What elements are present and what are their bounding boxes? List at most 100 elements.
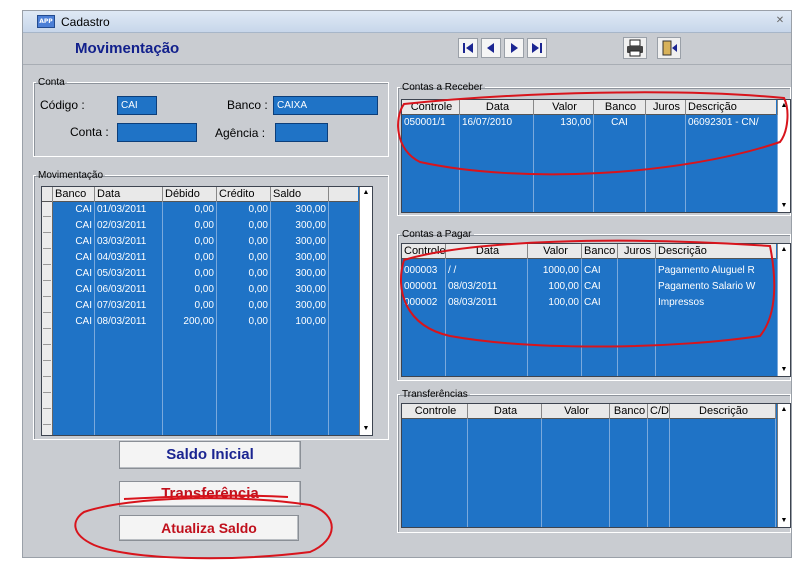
column-header[interactable]: Data bbox=[460, 100, 534, 115]
title-bar: APP Cadastro ✕ bbox=[23, 11, 791, 33]
transferencias-scrollbar[interactable]: ▲ ▼ bbox=[777, 404, 790, 527]
table-cell: / / bbox=[448, 265, 457, 276]
column-header[interactable]: Débido bbox=[163, 187, 217, 202]
column-header[interactable]: Descrição bbox=[686, 100, 778, 115]
row-indicator[interactable] bbox=[43, 378, 51, 393]
table-cell: 300,00 bbox=[295, 300, 326, 311]
table-cell: 050001/1 bbox=[404, 117, 446, 128]
form-title: Movimentação bbox=[75, 40, 180, 57]
grid-column-divider bbox=[541, 419, 542, 527]
table-cell bbox=[648, 115, 683, 131]
scroll-up-icon[interactable]: ▲ bbox=[778, 244, 790, 256]
column-header[interactable]: Banco bbox=[594, 100, 646, 115]
row-indicator[interactable] bbox=[43, 362, 51, 377]
table-cell: 100,00 bbox=[295, 316, 326, 327]
column-header[interactable]: Descrição bbox=[670, 404, 776, 419]
table-cell: Pagamento Salario W bbox=[658, 281, 756, 292]
agencia-field[interactable] bbox=[275, 123, 328, 142]
column-header[interactable]: Valor bbox=[528, 244, 582, 259]
contas-pagar-scrollbar[interactable]: ▲ ▼ bbox=[777, 244, 790, 376]
table-row[interactable]: CAI 07/03/2011 0,00 0,00 300,00 bbox=[42, 298, 358, 314]
column-header[interactable]: Controle bbox=[402, 244, 446, 259]
table-cell: 0,00 bbox=[194, 204, 214, 215]
scroll-up-icon[interactable]: ▲ bbox=[778, 404, 790, 416]
table-cell: CAI bbox=[75, 204, 92, 215]
row-indicator[interactable] bbox=[43, 330, 51, 345]
table-row[interactable]: 050001/1 16/07/2010 130,00 CAI 06092301 - CN… bbox=[402, 115, 776, 131]
banco-field[interactable]: CAIXA bbox=[273, 96, 378, 115]
grid-column-divider bbox=[775, 419, 776, 527]
next-record-icon[interactable] bbox=[504, 38, 524, 58]
table-cell bbox=[620, 279, 653, 295]
table-cell: 0,00 bbox=[248, 284, 268, 295]
column-header[interactable]: Data bbox=[446, 244, 528, 259]
scroll-up-icon[interactable]: ▲ bbox=[778, 100, 790, 112]
previous-record-icon[interactable] bbox=[481, 38, 501, 58]
table-cell: 0,00 bbox=[194, 284, 214, 295]
column-header[interactable]: Saldo bbox=[271, 187, 329, 202]
codigo-field[interactable]: CAI bbox=[117, 96, 157, 115]
scroll-down-icon[interactable]: ▼ bbox=[778, 515, 790, 527]
contas-pagar-grid[interactable]: ▲ ▼ Controle Data Valor Banco Juros Descrição… bbox=[401, 243, 791, 377]
scroll-up-icon[interactable]: ▲ bbox=[360, 187, 372, 199]
table-row[interactable]: CAI 06/03/2011 0,00 0,00 300,00 bbox=[42, 282, 358, 298]
codigo-label: Código : bbox=[40, 98, 85, 112]
grid-header: Controle Data Valor Banco C/D Descrição bbox=[402, 404, 776, 419]
contas-receber-scrollbar[interactable]: ▲ ▼ bbox=[777, 100, 790, 212]
atualiza-saldo-button[interactable]: Atualiza Saldo bbox=[119, 515, 299, 541]
column-header[interactable]: Controle bbox=[402, 404, 468, 419]
row-indicator[interactable] bbox=[43, 346, 51, 361]
contas-receber-grid[interactable]: ▲ ▼ Controle Data Valor Banco Juros Descrição… bbox=[401, 99, 791, 213]
row-indicator[interactable] bbox=[43, 410, 51, 425]
column-header[interactable]: Juros bbox=[646, 100, 686, 115]
table-row[interactable]: CAI 02/03/2011 0,00 0,00 300,00 bbox=[42, 218, 358, 234]
saldo-inicial-button[interactable]: Saldo Inicial bbox=[119, 441, 301, 469]
table-cell: CAI bbox=[75, 284, 92, 295]
table-row[interactable]: CAI 08/03/2011 200,00 0,00 100,00 bbox=[42, 314, 358, 330]
close-icon[interactable]: ✕ bbox=[773, 14, 787, 28]
column-header[interactable]: Banco bbox=[610, 404, 648, 419]
grid-column-divider bbox=[609, 419, 610, 527]
column-header[interactable]: Valor bbox=[542, 404, 610, 419]
conta-field[interactable] bbox=[117, 123, 197, 142]
printer-icon[interactable] bbox=[623, 37, 647, 59]
column-header[interactable]: Crédito bbox=[217, 187, 271, 202]
table-cell: 300,00 bbox=[295, 236, 326, 247]
table-cell: 0,00 bbox=[248, 236, 268, 247]
column-header[interactable]: Juros bbox=[618, 244, 656, 259]
transferencia-button[interactable]: Transferência bbox=[119, 481, 301, 507]
scroll-down-icon[interactable]: ▼ bbox=[360, 423, 372, 435]
last-record-icon[interactable] bbox=[527, 38, 547, 58]
column-header[interactable]: Data bbox=[468, 404, 542, 419]
column-header[interactable]: Descrição bbox=[656, 244, 778, 259]
row-indicator[interactable] bbox=[43, 426, 51, 435]
table-row[interactable]: 000003 / / 1000,00 CAI Pagamento Aluguel R bbox=[402, 263, 776, 279]
table-row[interactable]: CAI 04/03/2011 0,00 0,00 300,00 bbox=[42, 250, 358, 266]
column-header[interactable]: Banco bbox=[53, 187, 95, 202]
exit-door-icon[interactable] bbox=[657, 37, 681, 59]
table-row[interactable]: CAI 03/03/2011 0,00 0,00 300,00 bbox=[42, 234, 358, 250]
table-cell: CAI bbox=[584, 297, 601, 308]
scroll-down-icon[interactable]: ▼ bbox=[778, 364, 790, 376]
column-header[interactable]: Valor bbox=[534, 100, 594, 115]
column-header[interactable]: Controle bbox=[402, 100, 460, 115]
column-header[interactable]: Banco bbox=[582, 244, 618, 259]
column-header[interactable]: C/D bbox=[648, 404, 670, 419]
table-cell: 1000,00 bbox=[542, 265, 579, 276]
table-row[interactable]: CAI 01/03/2011 0,00 0,00 300,00 bbox=[42, 202, 358, 218]
movimentacao-grid[interactable]: ▲ ▼ Banco Data Débido Crédito Saldo CAI 01/03/… bbox=[41, 186, 373, 436]
first-record-icon[interactable] bbox=[458, 38, 478, 58]
table-cell: 02/03/2011 bbox=[97, 220, 147, 231]
column-header[interactable]: Data bbox=[95, 187, 163, 202]
table-row[interactable]: 000001 08/03/2011 100,00 CAI Pagamento Salar… bbox=[402, 279, 776, 295]
table-cell: 08/03/2011 bbox=[448, 297, 498, 308]
banco-label: Banco : bbox=[227, 98, 268, 112]
table-row[interactable]: CAI 05/03/2011 0,00 0,00 300,00 bbox=[42, 266, 358, 282]
table-cell: 0,00 bbox=[194, 300, 214, 311]
scroll-down-icon[interactable]: ▼ bbox=[778, 200, 790, 212]
row-indicator[interactable] bbox=[43, 394, 51, 409]
table-row[interactable]: 000002 08/03/2011 100,00 CAI Impressos bbox=[402, 295, 776, 311]
movimentacao-scrollbar[interactable]: ▲ ▼ bbox=[359, 187, 372, 435]
transferencias-grid[interactable]: ▲ ▼ Controle Data Valor Banco C/D Descrição bbox=[401, 403, 791, 528]
table-cell: Pagamento Aluguel R bbox=[658, 265, 755, 276]
